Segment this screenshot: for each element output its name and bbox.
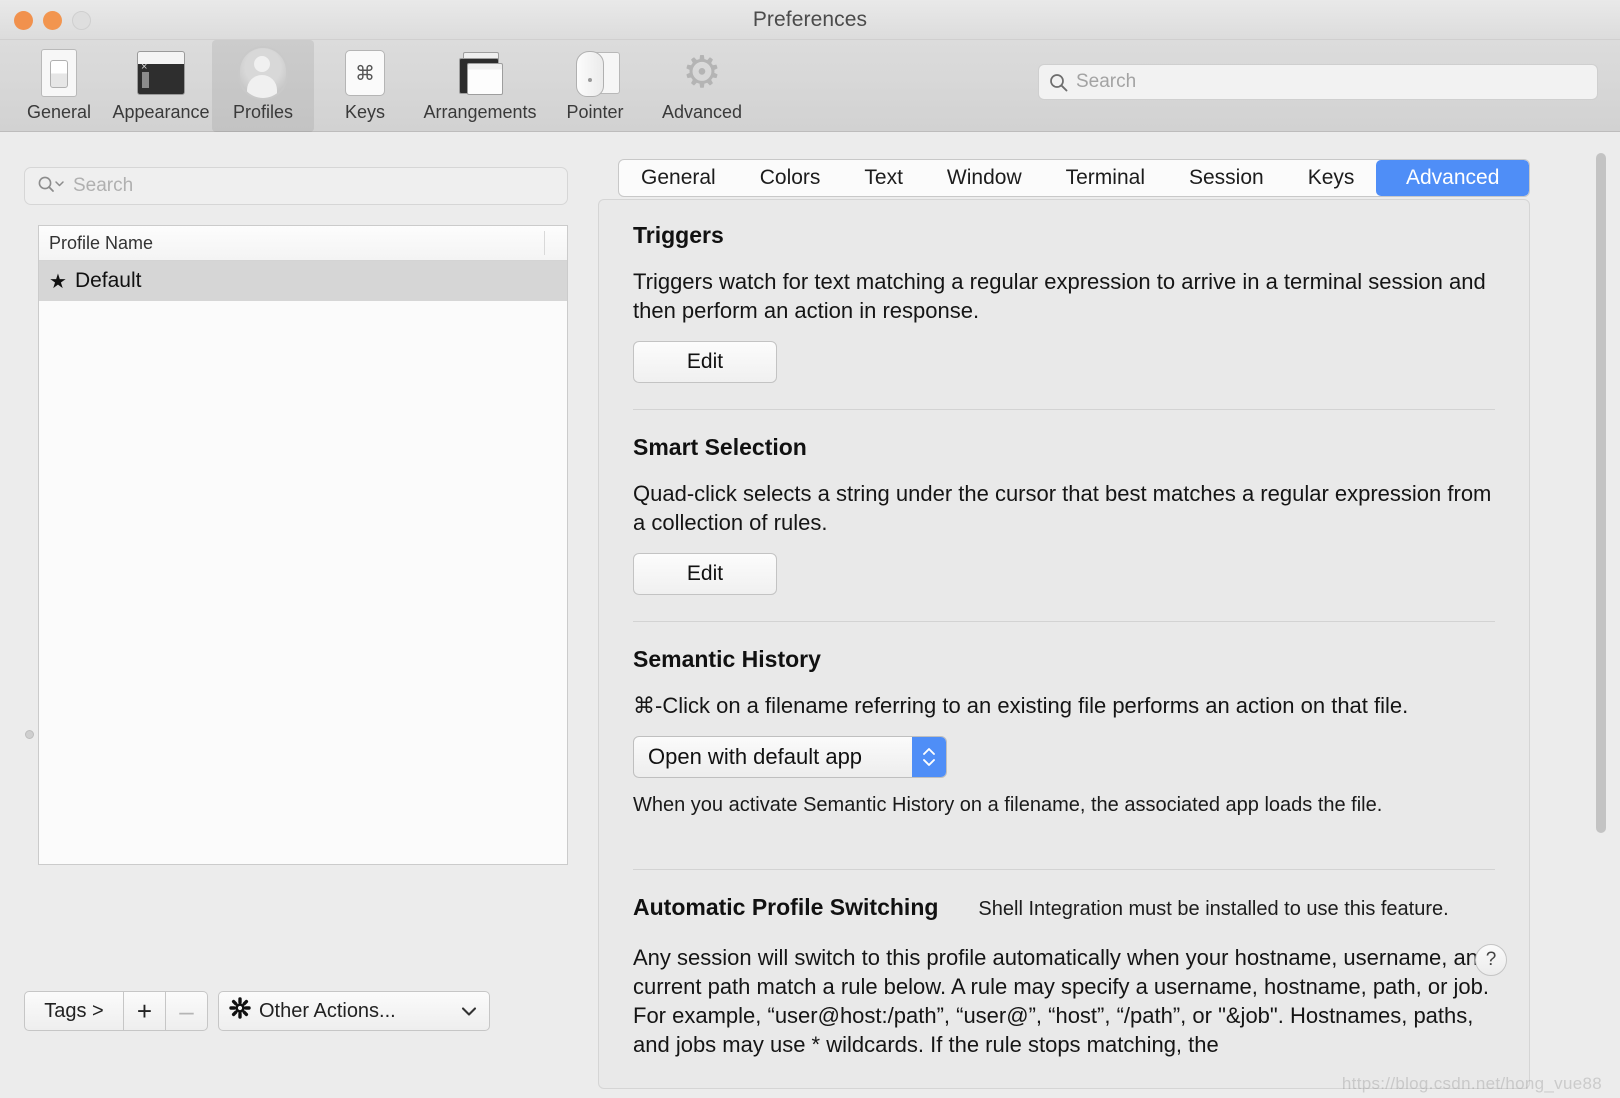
automatic-profile-switching-header: Automatic Profile Switching Shell Integr… bbox=[633, 894, 1495, 931]
semantic-history-selected-value: Open with default app bbox=[648, 744, 863, 770]
preferences-toolbar: General Appearance Profiles ⌘ Keys Arran… bbox=[0, 40, 1620, 132]
vertical-scrollbar[interactable] bbox=[1594, 147, 1608, 1084]
semantic-history-description: ⌘-Click on a filename referring to an ex… bbox=[633, 693, 1409, 719]
column-divider bbox=[544, 231, 545, 255]
tab-general[interactable]: General bbox=[619, 160, 738, 196]
smart-selection-edit-button[interactable]: Edit bbox=[633, 553, 777, 596]
tab-advanced[interactable]: Advanced bbox=[1376, 160, 1529, 196]
profiles-bottom-toolbar: Tags > + – Other Actions... bbox=[24, 991, 490, 1031]
profile-table-header: Profile Name bbox=[39, 226, 567, 261]
toolbar-label: Pointer bbox=[566, 102, 624, 122]
search-icon bbox=[1049, 73, 1068, 92]
window-titlebar: Preferences bbox=[0, 0, 1620, 40]
toolbar-label: Profiles bbox=[232, 102, 294, 122]
keys-icon: ⌘ bbox=[345, 48, 385, 98]
toolbar-item-keys[interactable]: ⌘ Keys bbox=[314, 40, 416, 132]
toolbar-items: General Appearance Profiles ⌘ Keys Arran… bbox=[8, 40, 758, 132]
toolbar-item-appearance[interactable]: Appearance bbox=[110, 40, 212, 132]
profile-table[interactable]: Profile Name ★ Default bbox=[38, 225, 568, 865]
tab-terminal[interactable]: Terminal bbox=[1044, 160, 1167, 196]
toolbar-search-placeholder: Search bbox=[1076, 71, 1137, 92]
default-star-icon: ★ bbox=[49, 270, 67, 293]
appearance-icon bbox=[137, 48, 185, 98]
toolbar-label: Keys bbox=[344, 102, 386, 122]
tab-window[interactable]: Window bbox=[925, 160, 1044, 196]
scrollbar-thumb[interactable] bbox=[1596, 153, 1606, 833]
automatic-profile-switching-heading: Automatic Profile Switching bbox=[633, 894, 939, 921]
help-button[interactable]: ? bbox=[1475, 944, 1507, 976]
toolbar-search-field[interactable]: Search bbox=[1038, 64, 1598, 100]
toolbar-item-advanced[interactable]: ⚙ Advanced bbox=[646, 40, 758, 132]
triggers-description: Triggers watch for text matching a regul… bbox=[633, 269, 1486, 324]
split-view-handle[interactable] bbox=[25, 730, 34, 739]
triggers-edit-button[interactable]: Edit bbox=[633, 341, 777, 384]
toolbar-label: Appearance bbox=[112, 102, 210, 122]
automatic-profile-switching-description: Any session will switch to this profile … bbox=[633, 945, 1491, 1058]
semantic-history-note: When you activate Semantic History on a … bbox=[633, 794, 1383, 817]
tags-button[interactable]: Tags > bbox=[24, 991, 124, 1031]
column-header-profile-name[interactable]: Profile Name bbox=[39, 233, 153, 254]
remove-profile-button[interactable]: – bbox=[166, 991, 208, 1031]
profile-name-cell: Default bbox=[74, 269, 142, 292]
toolbar-item-general[interactable]: General bbox=[8, 40, 110, 132]
section-divider bbox=[633, 621, 1495, 623]
advanced-gear-icon: ⚙ bbox=[682, 48, 722, 97]
pointer-icon bbox=[570, 48, 620, 98]
profile-settings-pane: General Colors Text Window Terminal Sess… bbox=[592, 133, 1620, 1098]
general-icon bbox=[41, 48, 77, 98]
search-menu-icon[interactable] bbox=[37, 175, 65, 198]
tab-session[interactable]: Session bbox=[1167, 160, 1286, 196]
toolbar-item-arrangements[interactable]: Arrangements bbox=[416, 40, 544, 132]
smart-selection-heading: Smart Selection bbox=[633, 434, 807, 461]
toolbar-label: General bbox=[26, 102, 92, 122]
profile-search-placeholder: Search bbox=[73, 175, 134, 196]
settings-tabbar: General Colors Text Window Terminal Sess… bbox=[618, 159, 1530, 197]
toolbar-item-pointer[interactable]: Pointer bbox=[544, 40, 646, 132]
profiles-icon bbox=[238, 46, 288, 100]
window-title: Preferences bbox=[752, 8, 868, 31]
tab-text[interactable]: Text bbox=[842, 160, 925, 196]
stepper-arrows-icon[interactable] bbox=[912, 737, 946, 778]
gear-icon bbox=[229, 997, 251, 1025]
watermark: https://blog.csdn.net/hong_vue88 bbox=[1341, 1074, 1602, 1093]
profiles-sidebar: Search Profile Name ★ Default Tags > + –… bbox=[0, 133, 592, 1098]
arrangements-icon bbox=[457, 48, 503, 98]
advanced-settings-panel: Triggers Triggers watch for text matchin… bbox=[598, 199, 1530, 1089]
add-profile-button[interactable]: + bbox=[124, 991, 166, 1031]
section-divider bbox=[633, 869, 1495, 871]
smart-selection-description: Quad-click selects a string under the cu… bbox=[633, 481, 1492, 536]
section-divider bbox=[633, 409, 1495, 411]
table-row[interactable]: ★ Default bbox=[39, 261, 567, 301]
tab-colors[interactable]: Colors bbox=[738, 160, 843, 196]
toolbar-item-profiles[interactable]: Profiles bbox=[212, 40, 314, 132]
semantic-history-select[interactable]: Open with default app bbox=[633, 736, 947, 779]
chevron-down-icon bbox=[461, 1000, 477, 1023]
other-actions-label: Other Actions... bbox=[259, 999, 396, 1022]
semantic-history-heading: Semantic History bbox=[633, 646, 821, 673]
shell-integration-notice: Shell Integration must be installed to u… bbox=[978, 898, 1449, 921]
tab-keys[interactable]: Keys bbox=[1286, 160, 1377, 196]
toolbar-label: Advanced bbox=[661, 102, 743, 122]
toolbar-label: Arrangements bbox=[423, 102, 537, 122]
other-actions-dropdown[interactable]: Other Actions... bbox=[218, 991, 490, 1031]
profile-search-input[interactable]: Search bbox=[24, 167, 568, 205]
triggers-heading: Triggers bbox=[633, 222, 724, 248]
